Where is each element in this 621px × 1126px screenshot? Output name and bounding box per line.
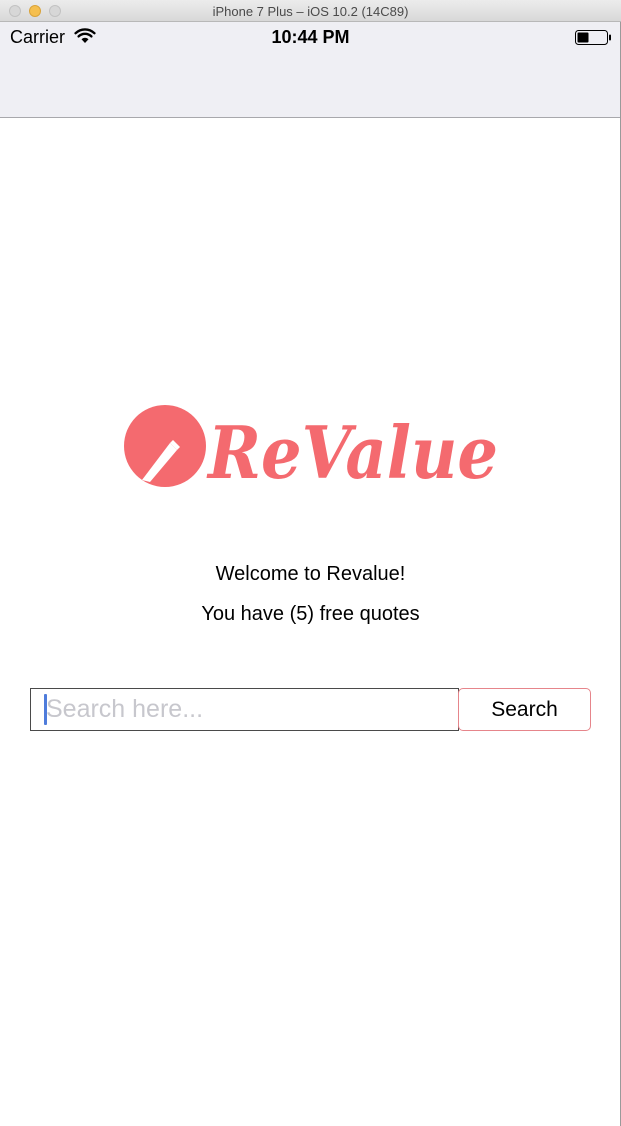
battery-icon xyxy=(575,30,611,45)
text-cursor xyxy=(44,694,47,725)
navigation-bar: Carrier 10:44 PM xyxy=(0,22,621,118)
welcome-message: Welcome to Revalue! xyxy=(215,563,406,585)
revalue-logo: ReValue xyxy=(124,405,498,494)
simulator-title-bar: iPhone 7 Plus – iOS 10.2 (14C89) xyxy=(0,0,621,22)
search-input[interactable] xyxy=(30,688,459,731)
free-quotes-count: You have (5) free quotes xyxy=(201,603,420,625)
search-button[interactable]: Search xyxy=(458,688,591,731)
window-title: iPhone 7 Plus – iOS 10.2 (14C89) xyxy=(212,4,409,19)
logo-wordmark: ReValue xyxy=(206,410,498,494)
status-time: 10:44 PM xyxy=(271,27,350,47)
